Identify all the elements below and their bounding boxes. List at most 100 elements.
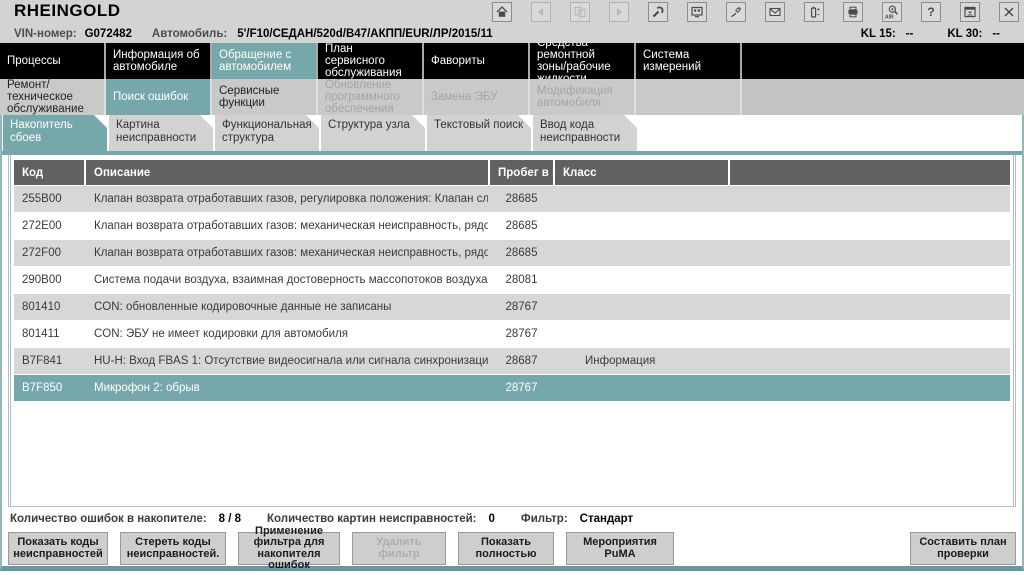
cell-class bbox=[555, 213, 728, 239]
kl15-value: -- bbox=[905, 27, 914, 40]
tab-measurement-system[interactable]: Система измерений bbox=[636, 43, 742, 79]
vehicle-label: Автомобиль: bbox=[151, 27, 228, 40]
column-header-code: Код bbox=[14, 160, 84, 185]
tab-empty bbox=[636, 79, 742, 115]
table-row-selected[interactable]: B7F850 Микрофон 2: обрыв 28767 bbox=[14, 375, 1010, 401]
air-search-icon[interactable]: AIR bbox=[882, 2, 902, 22]
tab-vehicle-modification: Модификация автомобиля bbox=[530, 79, 636, 115]
show-all-button[interactable]: Показать полностью bbox=[458, 532, 554, 565]
close-icon[interactable] bbox=[999, 2, 1019, 22]
cell-description: Клапан возврата отработавших газов, регу… bbox=[94, 193, 488, 205]
control-unit-display-icon[interactable] bbox=[687, 2, 707, 22]
cell-mileage: 28767 bbox=[505, 328, 538, 340]
clear-fault-codes-button[interactable]: Стереть коды неисправностей. bbox=[120, 532, 226, 565]
show-fault-codes-button[interactable]: Показать коды неисправностей bbox=[8, 532, 108, 565]
cell-description: Система подачи воздуха, взаимная достове… bbox=[94, 274, 488, 286]
cell-description: Клапан возврата отработавших газов: меха… bbox=[94, 247, 488, 259]
cell-mileage: 28081 bbox=[505, 274, 538, 286]
title-bar: RHEINGOLD AIR ? bbox=[0, 0, 1024, 24]
cell-code: 290B00 bbox=[22, 274, 62, 286]
cell-code: 255B00 bbox=[22, 193, 62, 205]
svg-text:AIR: AIR bbox=[885, 15, 894, 20]
tab-vehicle-management[interactable]: Обращение с автомобилем bbox=[212, 43, 318, 79]
content-frame: Накопитель сбоев Картина неисправности Ф… bbox=[0, 115, 1024, 571]
cell-mileage: 28685 bbox=[505, 247, 538, 259]
cell-description: Клапан возврата отработавших газов: меха… bbox=[94, 220, 488, 232]
tab-component-structure[interactable]: Структура узла bbox=[321, 115, 425, 151]
vehicle-document-icon bbox=[570, 2, 590, 22]
create-test-plan-button[interactable]: Составить план проверки bbox=[910, 532, 1016, 565]
cell-mileage: 28685 bbox=[505, 220, 538, 232]
svg-text:?: ? bbox=[927, 5, 934, 19]
column-header-mileage: Пробег в км bbox=[490, 160, 553, 185]
wrench-icon[interactable] bbox=[648, 2, 668, 22]
column-header-empty bbox=[730, 160, 1010, 185]
cell-code: 272F00 bbox=[22, 247, 62, 259]
table-row[interactable]: 290B00 Система подачи воздуха, взаимная … bbox=[14, 267, 1010, 293]
cell-class: Информация bbox=[585, 355, 656, 367]
status-bar: Количество ошибок в накопителе: 8 / 8 Ко… bbox=[2, 507, 1022, 531]
tab-workshop-resources[interactable]: Средства ремонтной зоны/рабочие жидкости bbox=[530, 43, 636, 79]
window-resize-icon[interactable] bbox=[960, 2, 980, 22]
tab-favorites[interactable]: Фавориты bbox=[424, 43, 530, 79]
toolbar: AIR ? bbox=[492, 2, 1019, 22]
cell-class bbox=[555, 267, 728, 293]
tab-vehicle-info[interactable]: Информация об автомобиле bbox=[106, 43, 212, 79]
mail-icon[interactable] bbox=[765, 2, 785, 22]
cell-code: B7F841 bbox=[22, 355, 63, 367]
tab-service-plan[interactable]: План сервисного обслуживания bbox=[318, 43, 424, 79]
kl30-value: -- bbox=[992, 27, 1000, 40]
printer-icon[interactable] bbox=[843, 2, 863, 22]
connection-plug-icon[interactable] bbox=[726, 2, 746, 22]
app-title: RHEINGOLD bbox=[14, 1, 121, 20]
tab-fault-memory[interactable]: Накопитель сбоев bbox=[3, 115, 107, 151]
table-row[interactable]: 801410 CON: обновленные кодировочные дан… bbox=[14, 294, 1010, 320]
fault-table-panel: Код Описание Пробег в км Класс 255B00 Кл… bbox=[8, 155, 1016, 507]
table-row[interactable]: 272F00 Клапан возврата отработавших газо… bbox=[14, 240, 1010, 266]
help-icon[interactable]: ? bbox=[921, 2, 941, 22]
column-header-description: Описание bbox=[86, 160, 488, 185]
remove-filter-button: Удалить фильтр bbox=[352, 532, 446, 565]
puma-actions-button[interactable]: Мероприятия PuMA bbox=[566, 532, 674, 565]
tab-fault-pattern[interactable]: Картина неисправности bbox=[109, 115, 213, 151]
tab-fault-code-entry[interactable]: Ввод кода неисправности bbox=[533, 115, 637, 151]
battery-icon[interactable] bbox=[804, 2, 824, 22]
filter-label: Фильтр: bbox=[520, 513, 568, 525]
tab-repair-maintenance[interactable]: Ремонт/техническое обслуживание bbox=[0, 79, 106, 115]
cell-description: CON: ЭБУ не имеет кодировки для автомоби… bbox=[94, 328, 349, 340]
cell-mileage: 28767 bbox=[505, 301, 538, 313]
home-icon[interactable] bbox=[492, 2, 512, 22]
cell-code: B7F850 bbox=[22, 382, 63, 394]
cell-mileage: 28685 bbox=[505, 193, 538, 205]
table-row[interactable]: B7F841 HU-H: Вход FBAS 1: Отсутствие вид… bbox=[14, 348, 1010, 374]
tab-functional-structure[interactable]: Функциональная структура bbox=[215, 115, 319, 151]
table-row[interactable]: 801411 CON: ЭБУ не имеет кодировки для а… bbox=[14, 321, 1010, 347]
vin-value: G072482 bbox=[84, 27, 132, 40]
tab-text-search[interactable]: Текстовый поиск bbox=[427, 115, 531, 151]
tab-service-functions[interactable]: Сервисные функции bbox=[212, 79, 318, 115]
cell-description: Микрофон 2: обрыв bbox=[94, 382, 200, 394]
filter-value: Стандарт bbox=[579, 513, 634, 525]
secondary-nav: Ремонт/техническое обслуживание Поиск ош… bbox=[0, 79, 1024, 115]
button-bar: Показать коды неисправностей Стереть код… bbox=[2, 525, 1022, 571]
tab-processes[interactable]: Процессы bbox=[0, 43, 106, 79]
cell-class bbox=[555, 240, 728, 266]
cell-mileage: 28767 bbox=[505, 382, 538, 394]
cell-mileage: 28687 bbox=[505, 355, 538, 367]
pattern-count-value: 0 bbox=[488, 513, 495, 525]
kl30-label: KL 30: bbox=[947, 27, 983, 40]
apply-filter-button[interactable]: Применение фильтра для накопителя ошибок bbox=[238, 525, 340, 571]
vin-bar: VIN-номер: G072482 Автомобиль: 5'/F10/СЕ… bbox=[0, 24, 1024, 43]
column-header-class: Класс bbox=[555, 160, 728, 185]
cell-code: 801411 bbox=[22, 328, 60, 340]
table-row[interactable]: 255B00 Клапан возврата отработавших газо… bbox=[14, 186, 1010, 212]
cell-class bbox=[555, 375, 728, 401]
table-header: Код Описание Пробег в км Класс bbox=[14, 160, 1010, 185]
tab-troubleshooting[interactable]: Поиск ошибок bbox=[106, 79, 212, 115]
vin-label: VIN-номер: bbox=[14, 27, 77, 40]
pattern-count-label: Количество картин неисправностей: bbox=[267, 513, 477, 525]
fault-count-label: Количество ошибок в накопителе: bbox=[10, 513, 207, 525]
tertiary-nav: Накопитель сбоев Картина неисправности Ф… bbox=[2, 115, 1022, 151]
table-row[interactable]: 272E00 Клапан возврата отработавших газо… bbox=[14, 213, 1010, 239]
fault-count-value: 8 / 8 bbox=[218, 513, 242, 525]
